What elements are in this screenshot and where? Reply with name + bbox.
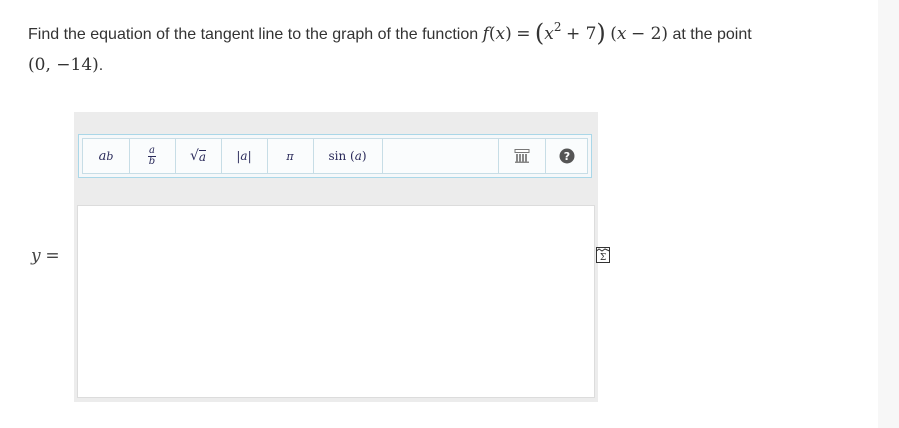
answer-equals: = — [45, 246, 60, 266]
help-icon: ? — [559, 148, 574, 164]
sqrt-button[interactable]: √ a — [175, 139, 222, 173]
function-var: x — [495, 24, 506, 44]
help-button[interactable]: ? — [544, 139, 589, 173]
scrollbar-track[interactable] — [878, 0, 899, 428]
question-intro: Find the equation of the tangent line to… — [28, 26, 479, 43]
question-text: Find the equation of the tangent line to… — [28, 19, 752, 75]
answer-variable: y — [31, 246, 41, 266]
keypad-icon — [514, 149, 530, 163]
x-var: x — [616, 24, 627, 44]
svg-text:Σ: Σ — [600, 253, 606, 263]
math-toolbar: ab a b √ a |a| π sin (a) ? — [78, 134, 592, 178]
at-the-point: at the point — [672, 26, 752, 43]
svg-text:?: ? — [563, 150, 569, 163]
point-value: (0, −14) — [28, 55, 99, 75]
plus-seven: + 7 — [565, 24, 597, 44]
abs-button[interactable]: |a| — [221, 139, 268, 173]
question-period: . — [98, 57, 104, 74]
minus-two: − 2 — [630, 24, 662, 44]
formula-editor-icon[interactable]: Σ — [596, 247, 610, 263]
fraction-button[interactable]: a b — [129, 139, 176, 173]
x-squared-var: x — [544, 24, 554, 44]
keypad-button[interactable] — [498, 139, 546, 173]
pi-button[interactable]: π — [267, 139, 314, 173]
sin-button[interactable]: sin (a) — [313, 139, 383, 173]
answer-panel: ab a b √ a |a| π sin (a) ? — [74, 112, 598, 402]
answer-input[interactable] — [77, 205, 595, 398]
equals-sign: = — [516, 24, 531, 44]
answer-label: y = — [31, 246, 60, 266]
power-button[interactable]: ab — [83, 139, 130, 173]
